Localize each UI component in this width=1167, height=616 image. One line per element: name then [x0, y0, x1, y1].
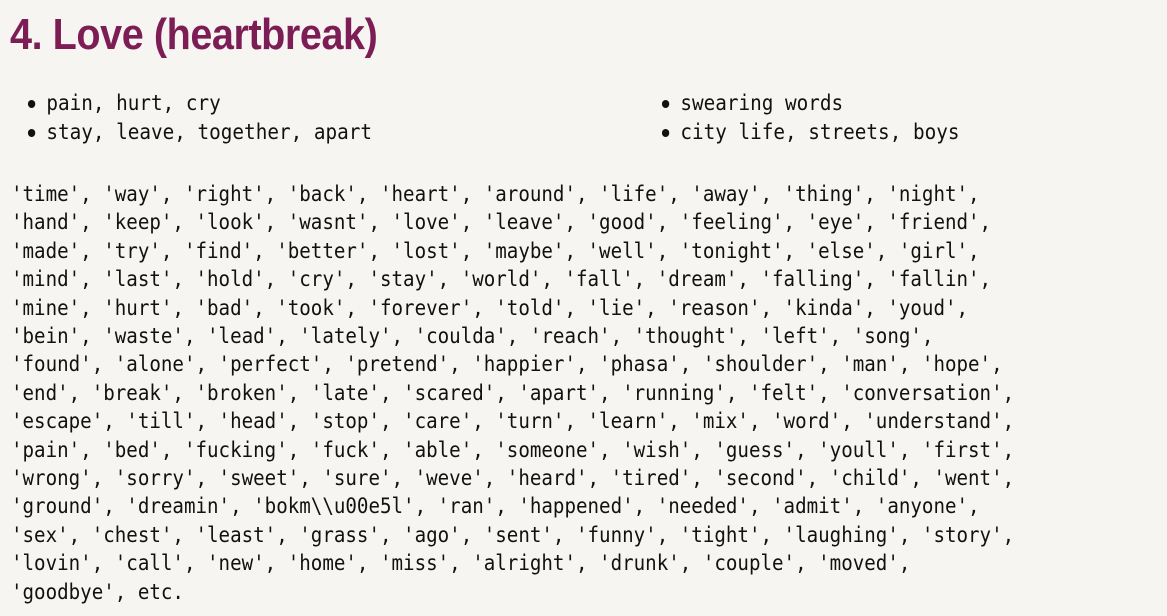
- bullet-item: pain, hurt, cry: [27, 89, 372, 118]
- word-list-line: 'wrong', 'sorry', 'sweet', 'sure', 'weve…: [11, 466, 1015, 491]
- bullet-text: stay, leave, together, apart: [46, 120, 373, 144]
- bullet-dot-icon: [661, 129, 670, 137]
- word-list-line: 'goodbye', etc.: [11, 579, 184, 604]
- bullet-item: swearing words: [661, 89, 959, 118]
- word-list-line: 'ground', 'dreamin', 'bokm\\u00e5l', 'ra…: [11, 494, 980, 519]
- bullet-dot-icon: [661, 100, 670, 108]
- bullet-column-right: swearing words city life, streets, boys: [661, 89, 985, 147]
- topic-bullets: pain, hurt, cry stay, leave, together, a…: [0, 89, 1167, 149]
- section-title: 4. Love (heartbreak): [10, 10, 378, 59]
- word-list-line: 'found', 'alone', 'perfect', 'pretend', …: [11, 352, 1003, 377]
- word-list-line: 'end', 'break', 'broken', 'late', 'scare…: [11, 380, 1015, 405]
- bullet-column-left: pain, hurt, cry stay, leave, together, a…: [27, 89, 402, 147]
- word-list-line: 'pain', 'bed', 'fucking', 'fuck', 'able'…: [11, 437, 1015, 462]
- bullet-text: swearing words: [680, 91, 844, 115]
- word-list-line: 'escape', 'till', 'head', 'stop', 'care'…: [11, 409, 1015, 434]
- word-list-line: 'bein', 'waste', 'lead', 'lately', 'coul…: [11, 324, 934, 349]
- word-list-line: 'time', 'way', 'right', 'back', 'heart',…: [11, 182, 980, 206]
- bullet-item: city life, streets, boys: [661, 118, 959, 147]
- word-list-line: 'made', 'try', 'find', 'better', 'lost',…: [11, 238, 980, 263]
- word-list-line: 'mind', 'last', 'hold', 'cry', 'stay', '…: [11, 267, 992, 292]
- bullet-dot-icon: [27, 129, 36, 137]
- bullet-text: pain, hurt, cry: [46, 91, 221, 115]
- bullet-text: city life, streets, boys: [680, 120, 960, 144]
- bullet-item: stay, leave, together, apart: [27, 118, 372, 147]
- word-list-line: 'mine', 'hurt', 'bad', 'took', 'forever'…: [11, 295, 969, 320]
- bullet-dot-icon: [27, 100, 36, 108]
- word-list-line: 'lovin', 'call', 'new', 'home', 'miss', …: [11, 551, 911, 576]
- word-list-line: 'sex', 'chest', 'least', 'grass', 'ago',…: [11, 522, 1015, 547]
- word-list: 'time', 'way', 'right', 'back', 'heart',…: [11, 180, 1111, 606]
- word-list-line: 'hand', 'keep', 'look', 'wasnt', 'love',…: [11, 210, 992, 235]
